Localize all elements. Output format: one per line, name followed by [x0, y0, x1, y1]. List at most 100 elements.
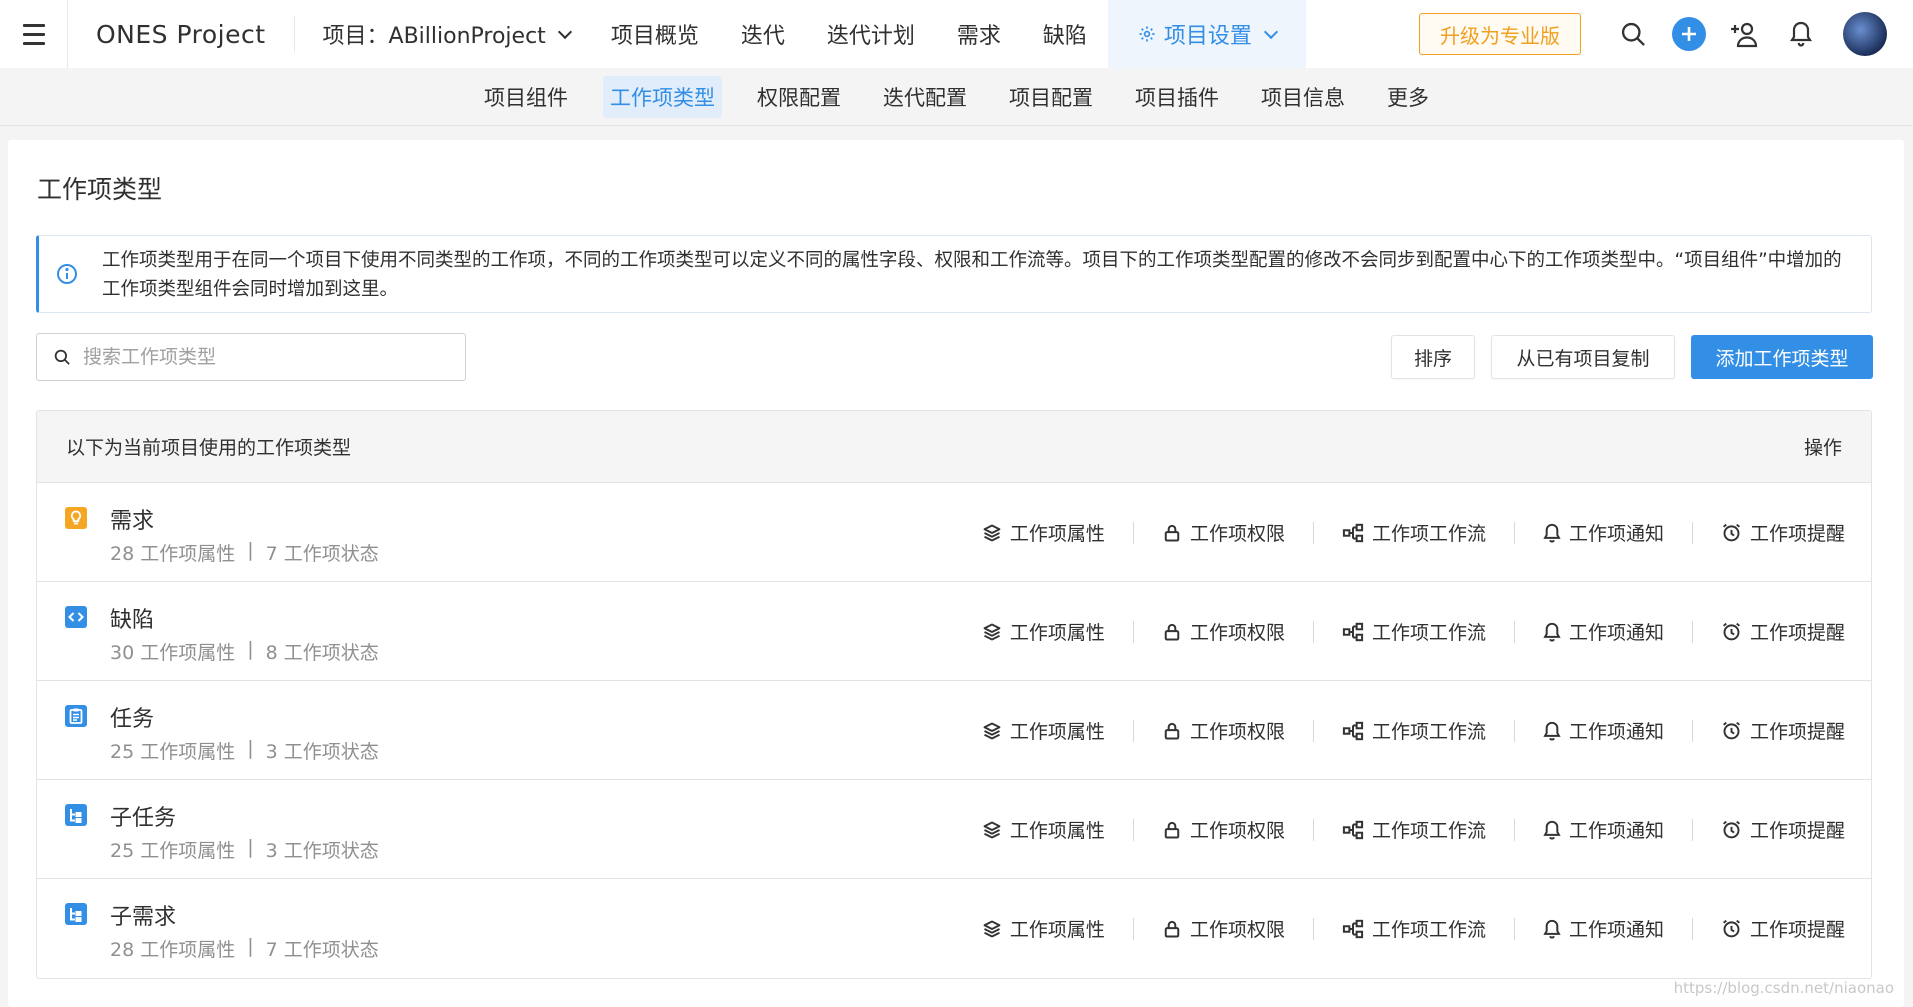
tab-project-config[interactable]: 项目配置: [989, 76, 1113, 118]
action-reminders[interactable]: 工作项提醒: [1693, 819, 1845, 842]
alarm-clock-icon: [1721, 720, 1742, 741]
lightbulb-icon: [65, 507, 87, 529]
action-permissions[interactable]: 工作项权限: [1134, 818, 1314, 842]
attributes-icon: [982, 721, 1002, 741]
action-workflow[interactable]: 工作项工作流: [1314, 818, 1515, 842]
attr-count: 25 工作项属性: [110, 741, 236, 763]
action-permissions[interactable]: 工作项权限: [1134, 620, 1314, 644]
action-notifications[interactable]: 工作项通知: [1515, 620, 1693, 644]
row-actions: 工作项属性 工作项权限 工作项工作流 工作项通知 工作项提醒: [954, 483, 1845, 582]
action-permissions[interactable]: 工作项权限: [1134, 521, 1314, 545]
action-attributes[interactable]: 工作项属性: [954, 917, 1134, 941]
table-body: 需求 28 工作项属性 | 7 工作项状态 工作项属性 工作项权限 工作项工作流 工作…: [37, 483, 1871, 978]
action-attributes[interactable]: 工作项属性: [954, 521, 1134, 545]
action-label: 工作项权限: [1189, 523, 1285, 545]
nav-sprint[interactable]: 迭代: [720, 0, 806, 68]
tab-project-info[interactable]: 项目信息: [1241, 76, 1365, 118]
action-notifications[interactable]: 工作项通知: [1515, 719, 1693, 743]
search-box: [36, 333, 466, 381]
brand-logo[interactable]: ONES Project: [68, 16, 295, 52]
action-reminders[interactable]: 工作项提醒: [1693, 522, 1845, 545]
info-icon: [57, 264, 77, 284]
nav-requirements[interactable]: 需求: [936, 0, 1022, 68]
meta-separator: |: [247, 539, 254, 561]
attr-count: 28 工作项属性: [110, 543, 236, 565]
nav-project-settings[interactable]: 项目设置: [1107, 0, 1306, 68]
table-header-actions: 操作: [1803, 437, 1842, 459]
upgrade-button[interactable]: 升级为专业版: [1419, 13, 1581, 55]
tab-work-item-types[interactable]: 工作项类型: [603, 75, 722, 118]
action-notifications[interactable]: 工作项通知: [1515, 917, 1693, 941]
attributes-icon: [982, 919, 1002, 939]
action-permissions[interactable]: 工作项权限: [1134, 719, 1314, 743]
type-name[interactable]: 子需求: [110, 899, 176, 931]
action-notifications[interactable]: 工作项通知: [1515, 818, 1693, 842]
action-permissions[interactable]: 工作项权限: [1134, 917, 1314, 941]
action-label: 工作项属性: [1009, 820, 1105, 842]
alarm-clock-icon: [1721, 918, 1742, 939]
bell-icon: [1543, 820, 1561, 840]
meta-separator: |: [247, 737, 254, 759]
workflow-icon: [1342, 721, 1364, 741]
tab-permissions[interactable]: 权限配置: [737, 76, 861, 118]
info-text: 工作项类型用于在同一个项目下使用不同类型的工作项，不同的工作项类型可以定义不同的…: [102, 250, 1842, 300]
bell-icon: [1543, 721, 1561, 741]
type-meta: 25 工作项属性 | 3 工作项状态: [110, 737, 379, 764]
search-input[interactable]: [83, 346, 443, 368]
nav-defects[interactable]: 缺陷: [1022, 0, 1108, 68]
action-workflow[interactable]: 工作项工作流: [1314, 719, 1515, 743]
nav-sprint-plan[interactable]: 迭代计划: [806, 0, 936, 68]
action-attributes[interactable]: 工作项属性: [954, 620, 1134, 644]
project-selector-label: 项目：ABillionProject: [322, 24, 546, 49]
action-label: 工作项通知: [1568, 721, 1664, 743]
action-label: 工作项工作流: [1371, 721, 1486, 743]
bell-icon: [1543, 622, 1561, 642]
avatar[interactable]: [1843, 12, 1887, 56]
lock-icon: [1162, 622, 1182, 642]
search-icon[interactable]: [1605, 6, 1661, 62]
code-icon: [65, 606, 87, 628]
nav-overview[interactable]: 项目概览: [590, 0, 720, 68]
bell-icon[interactable]: [1773, 6, 1829, 62]
tab-project-plugins[interactable]: 项目插件: [1115, 76, 1239, 118]
action-workflow[interactable]: 工作项工作流: [1314, 620, 1515, 644]
type-name[interactable]: 任务: [110, 701, 154, 733]
type-name[interactable]: 需求: [110, 503, 154, 535]
action-reminders[interactable]: 工作项提醒: [1693, 720, 1845, 743]
table-header-title: 以下为当前项目使用的工作项类型: [66, 437, 352, 459]
attributes-icon: [982, 622, 1002, 642]
sort-button[interactable]: 排序: [1391, 335, 1475, 379]
action-attributes[interactable]: 工作项属性: [954, 818, 1134, 842]
table-row: 子任务 25 工作项属性 | 3 工作项状态 工作项属性 工作项权限 工作项工作流工…: [37, 780, 1871, 879]
action-reminders[interactable]: 工作项提醒: [1693, 621, 1845, 644]
action-notifications[interactable]: 工作项通知: [1515, 521, 1693, 545]
type-name[interactable]: 子任务: [110, 800, 176, 832]
menu-icon[interactable]: [0, 0, 68, 68]
workflow-icon: [1342, 523, 1364, 543]
add-user-icon[interactable]: [1717, 6, 1773, 62]
type-name[interactable]: 缺陷: [110, 602, 154, 634]
attr-count: 25 工作项属性: [110, 840, 236, 862]
row-actions: 工作项属性 工作项权限 工作项工作流 工作项通知 工作项提醒: [954, 681, 1845, 780]
action-label: 工作项提醒: [1749, 523, 1845, 545]
settings-subnav: 项目组件 工作项类型 权限配置 迭代配置 项目配置 项目插件 项目信息 更多: [0, 68, 1913, 126]
action-reminders[interactable]: 工作项提醒: [1693, 918, 1845, 941]
tab-sprint-config[interactable]: 迭代配置: [863, 76, 987, 118]
tab-project-components[interactable]: 项目组件: [464, 76, 588, 118]
action-label: 工作项工作流: [1371, 919, 1486, 941]
tab-more[interactable]: 更多: [1367, 76, 1449, 118]
action-label: 工作项权限: [1189, 820, 1285, 842]
lock-icon: [1162, 523, 1182, 543]
add-icon[interactable]: [1661, 6, 1717, 62]
action-attributes[interactable]: 工作项属性: [954, 719, 1134, 743]
action-workflow[interactable]: 工作项工作流: [1314, 917, 1515, 941]
add-work-item-type-button[interactable]: 添加工作项类型: [1691, 335, 1873, 379]
type-meta: 28 工作项属性 | 7 工作项状态: [110, 539, 379, 566]
copy-from-project-button[interactable]: 从已有项目复制: [1491, 335, 1675, 379]
table-row: 子需求 28 工作项属性 | 7 工作项状态 工作项属性 工作项权限 工作项工作流工…: [37, 879, 1871, 978]
action-label: 工作项通知: [1568, 622, 1664, 644]
state-count: 7 工作项状态: [265, 543, 379, 565]
project-selector[interactable]: 项目：ABillionProject: [295, 18, 590, 50]
subtask-icon: [65, 804, 87, 826]
action-workflow[interactable]: 工作项工作流: [1314, 521, 1515, 545]
